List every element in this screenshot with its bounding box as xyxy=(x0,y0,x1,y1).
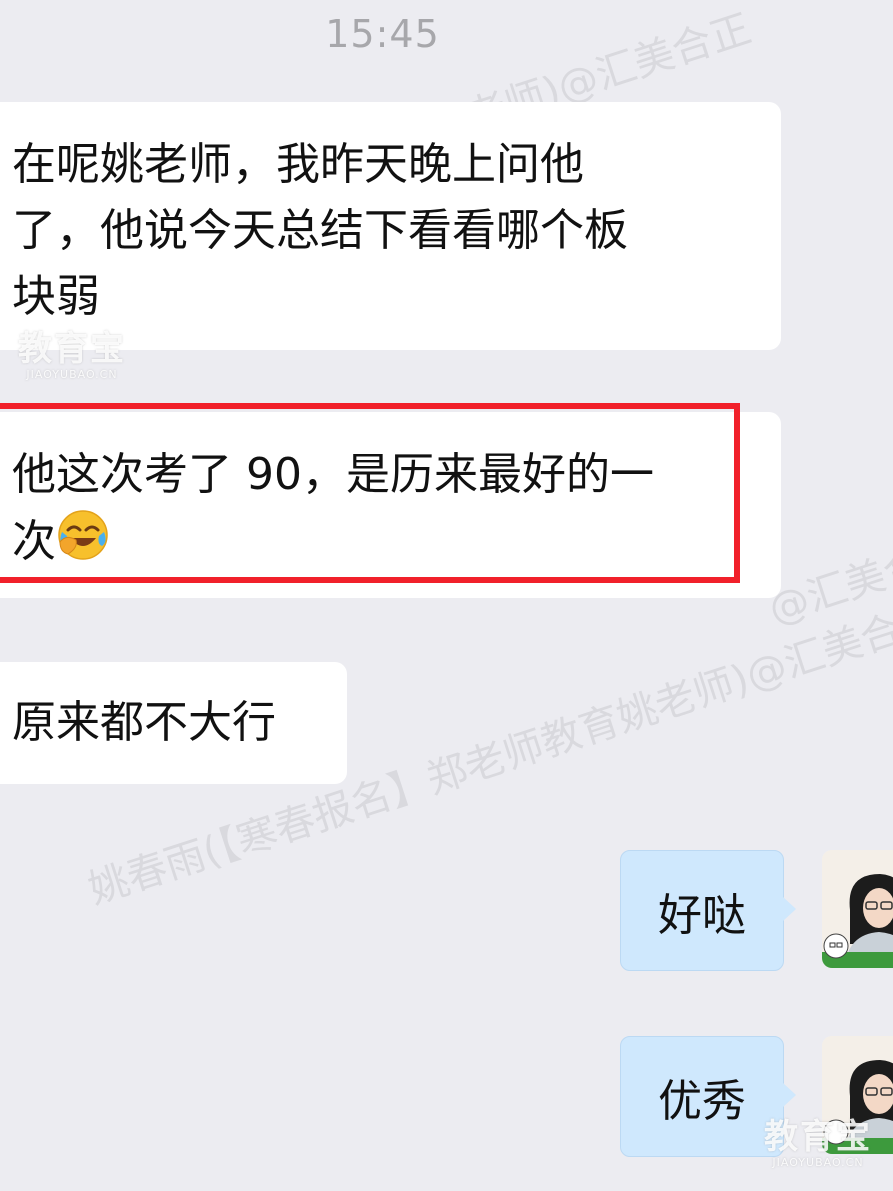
brand-watermark: 教育宝 JIAOYUBAO.CN xyxy=(18,330,126,381)
outgoing-message-1[interactable]: 好哒 xyxy=(620,850,796,971)
message-line: 原来都不大行 xyxy=(12,697,276,748)
message-line: 了，他说今天总结下看看哪个板 xyxy=(12,205,628,256)
incoming-message-3[interactable]: 原来都不大行 xyxy=(0,662,347,784)
avatar[interactable] xyxy=(822,850,893,968)
message-text: 优秀 xyxy=(658,1075,746,1127)
message-line: 在呢姚老师，我昨天晚上问他 xyxy=(12,139,584,190)
outgoing-message-2[interactable]: 优秀 xyxy=(620,1036,796,1157)
brand-watermark: 教育宝 JIAOYUBAO.CN xyxy=(764,1118,872,1169)
timestamp: 15:45 xyxy=(325,12,440,56)
incoming-message-1[interactable]: 在呢姚老师，我昨天晚上问他 了，他说今天总结下看看哪个板 块弱 xyxy=(0,102,781,350)
message-text: 次 xyxy=(12,516,56,567)
brand-domain: JIAOYUBAO.CN xyxy=(772,1156,864,1169)
message-text: 好哒 xyxy=(658,889,746,941)
brand-domain: JIAOYUBAO.CN xyxy=(26,368,118,381)
crying-laughing-emoji xyxy=(58,510,108,560)
brand-name: 教育宝 xyxy=(764,1117,872,1157)
teacher-avatar-icon xyxy=(822,850,893,968)
brand-name: 教育宝 xyxy=(18,329,126,369)
message-line: 他这次考了 90，是历来最好的一 xyxy=(12,449,654,500)
message-line: 块弱 xyxy=(12,271,100,322)
incoming-message-2[interactable]: 他这次考了 90，是历来最好的一 次 xyxy=(0,412,781,598)
message-line: 次 xyxy=(12,508,781,575)
